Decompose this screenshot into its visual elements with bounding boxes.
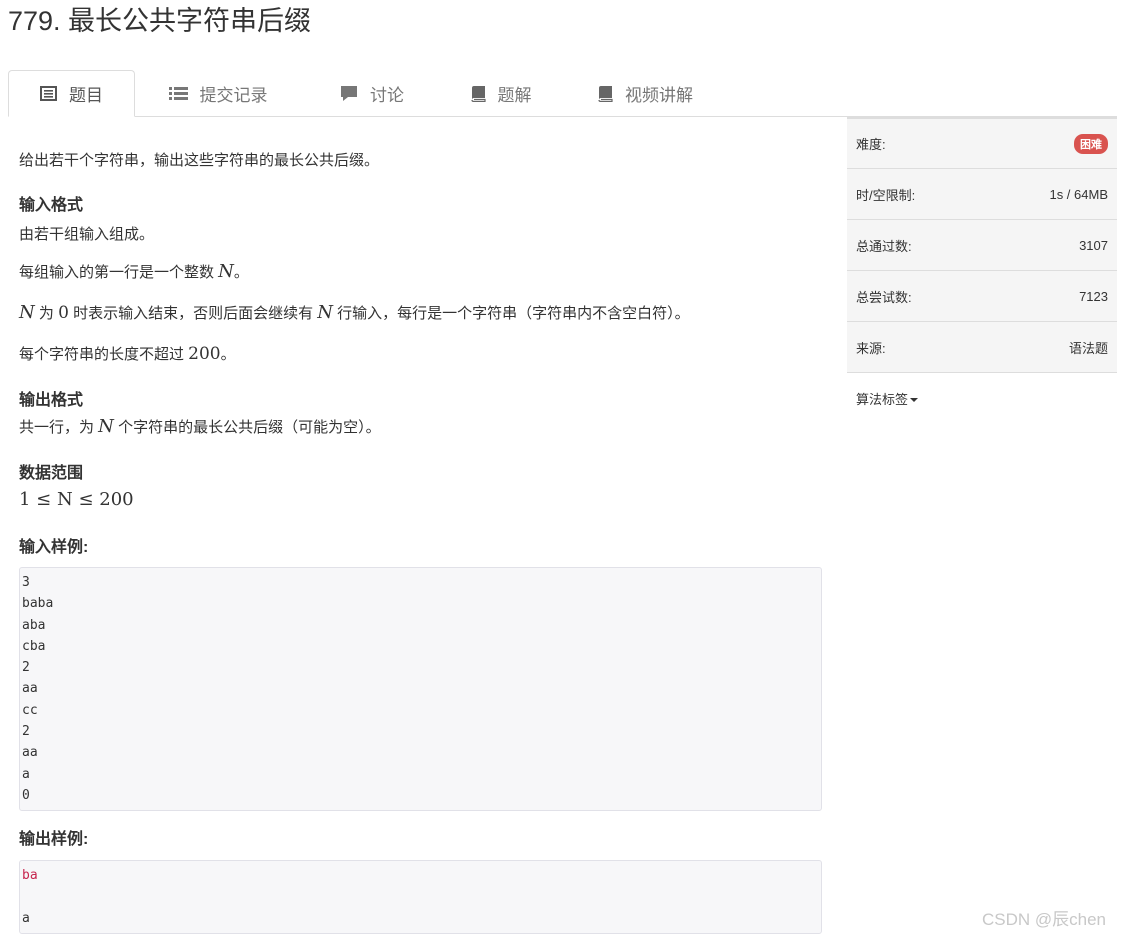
sample-input-block[interactable]: 3 baba aba cba 2 aa cc 2 aa a 0 [19,567,822,812]
source-value: 语法题 [1068,340,1108,356]
tab-label: 题解 [497,86,532,105]
book-icon [470,85,486,102]
tab-solutions[interactable]: 题解 [451,70,551,117]
watermark: CSDN @辰chen [982,910,1107,929]
code-line: 3 [22,575,30,590]
tab-problem[interactable]: 题目 [8,70,135,117]
list-icon [40,86,57,101]
math-n: N [19,302,35,323]
sample-output-block[interactable]: ba a [19,860,822,934]
source-label: 来源: [856,340,886,356]
code-line: 0 [22,787,30,803]
sample-input-heading: 输入样例: [19,539,89,556]
attempts-value: 7123 [1079,288,1108,304]
tab-label: 题目 [69,86,103,105]
code-line: cc [22,702,38,718]
range-formula: 1 ≤ N ≤ 200 [19,489,134,510]
math-n: N [218,261,234,282]
tab-label: 视频讲解 [625,86,693,105]
limit-label: 时/空限制: [856,187,916,203]
tab-video[interactable]: 视频讲解 [578,70,713,117]
limit-value: 1s / 64MB [1049,186,1108,202]
math-n: N [317,302,334,323]
code-line: aba [22,617,46,633]
tab-submissions[interactable]: 提交记录 [158,70,278,117]
tab-discussion[interactable]: 讨论 [322,70,422,117]
code-line: cba [22,638,46,654]
input-line-1: 由若干组输入组成。 [19,226,155,243]
tab-label: 提交记录 [199,86,268,105]
code-line: aa [22,681,38,697]
math-n: N [98,416,114,437]
code-line: a [22,910,30,926]
code-line: baba [22,596,54,612]
caret-down-icon [910,398,919,403]
passed-row: 总通过数: 3107 [847,219,1117,270]
code-line: 2 [22,660,30,676]
difficulty-badge: 困难 [1074,133,1108,154]
comment-icon [340,85,358,102]
passed-label: 总通过数: [856,238,912,254]
algorithm-tags-toggle[interactable]: 算法标签 [847,372,1117,423]
problem-info-sidebar: 难度: 困难 时/空限制: 1s / 64MB 总通过数: 3107 总尝试数:… [847,117,1117,423]
code-line: aa [22,745,38,761]
passed-value: 3107 [1079,237,1108,253]
input-format-heading: 输入格式 [19,197,84,214]
output-format-heading: 输出格式 [19,392,84,409]
tags-label: 算法标签 [856,391,909,407]
sample-output-heading: 输出样例: [19,831,89,848]
difficulty-label: 难度: [856,137,886,152]
attempts-label: 总尝试数: [856,289,912,305]
code-line: 2 [22,724,30,740]
input-line-4: 每个字符串的长度不超过 200。 [19,344,236,364]
page-title: 779. 最长公共字符串后缀 [8,6,312,36]
input-line-2: 每组输入的第一行是一个整数 N。 [19,261,249,282]
code-line: ba [22,868,38,883]
limit-row: 时/空限制: 1s / 64MB [847,168,1117,219]
output-line: 共一行，为 N 个字符串的最长公共后缀（可能为空）。 [19,416,381,437]
input-line-3: N 为 0 时表示输入结束，否则后面会继续有 N 行输入，每行是一个字符串（字符… [19,302,690,323]
attempts-row: 总尝试数: 7123 [847,270,1117,321]
problem-intro: 给出若干个字符串，输出这些字符串的最长公共后缀。 [19,152,380,169]
range-heading: 数据范围 [19,465,84,482]
list-lines-icon [168,86,188,101]
tab-label: 讨论 [370,86,404,105]
difficulty-row: 难度: 困难 [847,117,1117,168]
book-icon [598,85,613,102]
tab-bar: 题目 提交记录 讨论 题解 视频讲解 [8,70,1117,117]
code-line: a [22,766,30,782]
source-row: 来源: 语法题 [847,321,1117,372]
